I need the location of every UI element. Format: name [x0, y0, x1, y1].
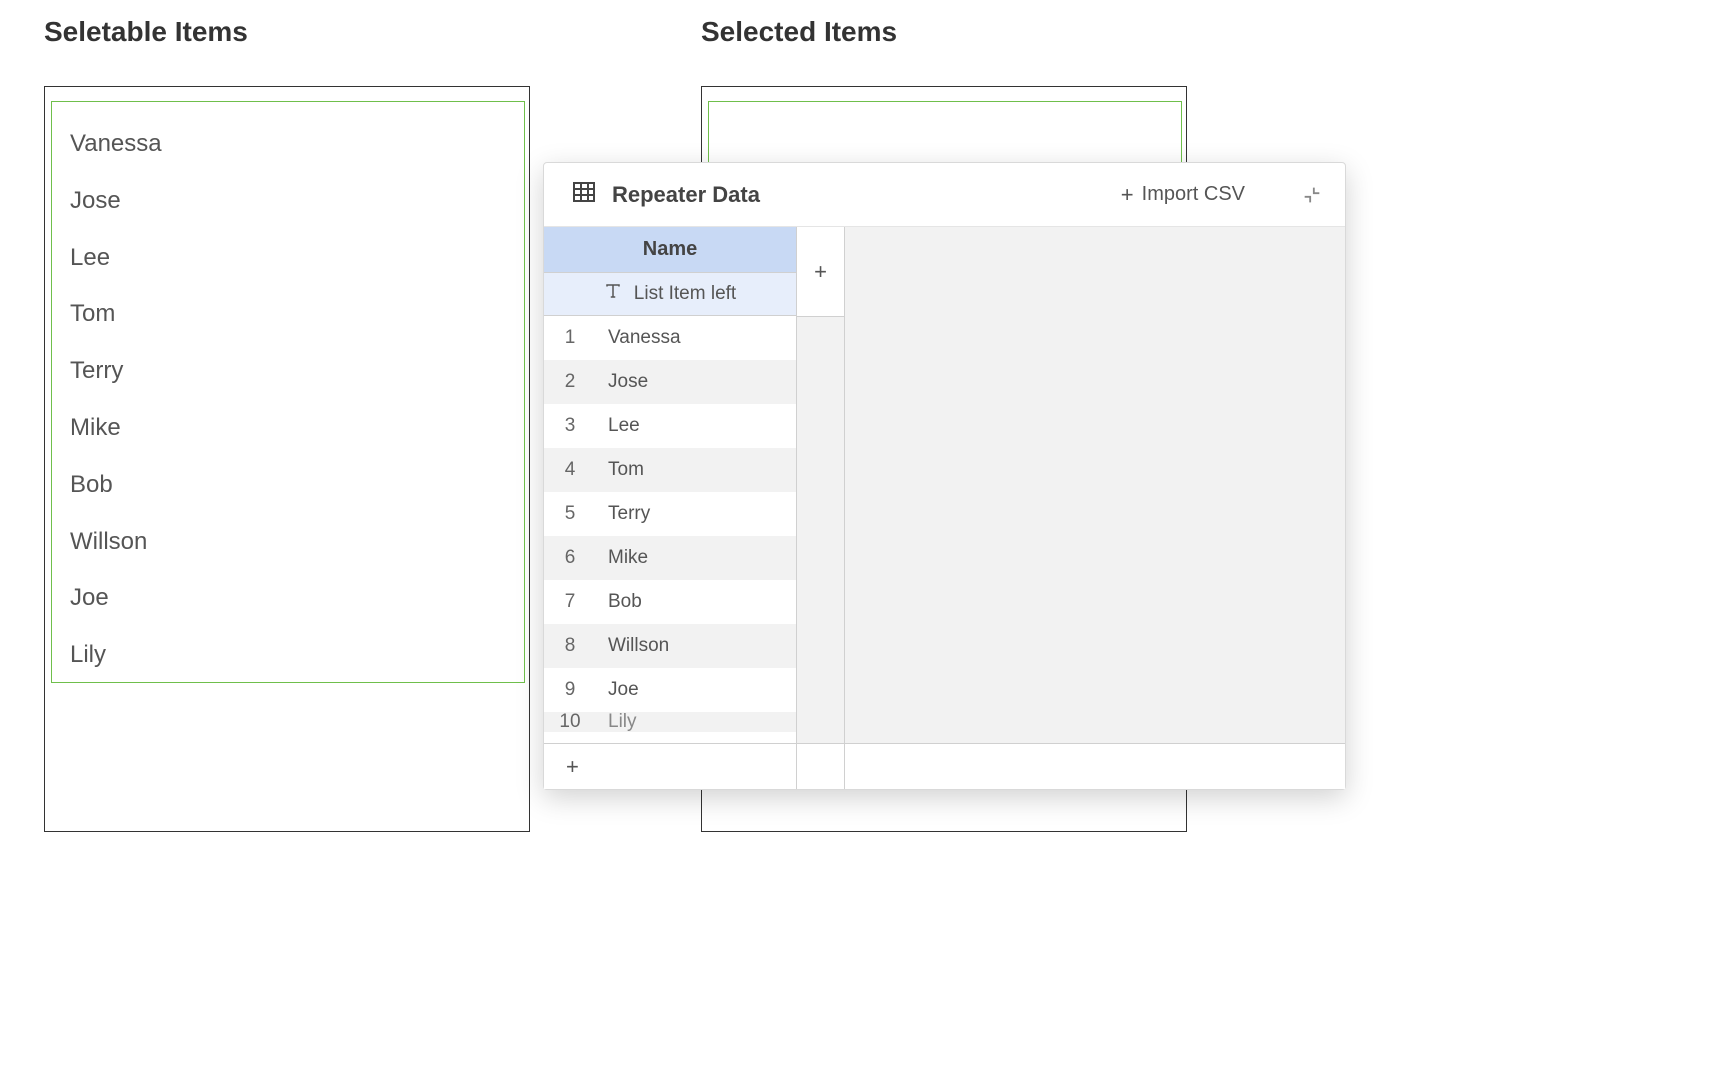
row-index: 4: [544, 459, 596, 481]
empty-area: [797, 317, 844, 743]
row-value: Terry: [596, 503, 796, 525]
row-value: Lily: [596, 712, 796, 732]
data-column: Name List Item left 1 Vanessa: [544, 227, 797, 743]
text-type-icon: [604, 282, 622, 306]
row-index: 5: [544, 503, 596, 525]
list-item[interactable]: Bob: [52, 457, 524, 514]
add-column-button[interactable]: +: [797, 227, 844, 317]
selectable-items-panel: Vanessa Jose Lee Tom Terry Mike Bob Will…: [44, 86, 530, 832]
row-value: Lee: [596, 415, 796, 437]
table-row[interactable]: 10 Lily: [544, 712, 796, 732]
row-index: 9: [544, 679, 596, 701]
list-item[interactable]: Lee: [52, 230, 524, 287]
list-item[interactable]: Mike: [52, 400, 524, 457]
list-item[interactable]: Terry: [52, 343, 524, 400]
row-index: 6: [544, 547, 596, 569]
list-item[interactable]: Lily: [52, 627, 524, 684]
repeater-header: Repeater Data + Import CSV: [544, 163, 1345, 227]
repeater-footer: +: [544, 743, 1345, 789]
table-row[interactable]: 9 Joe: [544, 668, 796, 712]
table-icon: [572, 180, 596, 209]
list-item[interactable]: Willson: [52, 514, 524, 571]
selectable-items-listbox[interactable]: Vanessa Jose Lee Tom Terry Mike Bob Will…: [51, 101, 525, 683]
list-item[interactable]: Joe: [52, 570, 524, 627]
table-row[interactable]: 6 Mike: [544, 536, 796, 580]
table-row[interactable]: 3 Lee: [544, 404, 796, 448]
import-csv-label: Import CSV: [1142, 183, 1245, 206]
list-item[interactable]: Tom: [52, 286, 524, 343]
import-csv-button[interactable]: + Import CSV: [1121, 182, 1245, 208]
repeater-body: Name List Item left 1 Vanessa: [544, 227, 1345, 743]
table-row[interactable]: 7 Bob: [544, 580, 796, 624]
row-value: Vanessa: [596, 327, 796, 349]
repeater-data-panel: Repeater Data + Import CSV Name: [543, 162, 1346, 790]
list-item[interactable]: Vanessa: [52, 116, 524, 173]
row-value: Willson: [596, 635, 796, 657]
table-row[interactable]: 1 Vanessa: [544, 316, 796, 360]
data-rows: 1 Vanessa 2 Jose 3 Lee 4 Tom 5 Terry: [544, 316, 796, 743]
add-row-button[interactable]: +: [544, 744, 797, 789]
footer-gap: [797, 744, 845, 789]
plus-icon: +: [1121, 182, 1134, 208]
row-value: Joe: [596, 679, 796, 701]
collapse-icon[interactable]: [1301, 184, 1323, 206]
row-index: 1: [544, 327, 596, 349]
row-value: Mike: [596, 547, 796, 569]
empty-area: [845, 227, 1345, 743]
table-row[interactable]: 5 Terry: [544, 492, 796, 536]
table-row[interactable]: 4 Tom: [544, 448, 796, 492]
row-index: 3: [544, 415, 596, 437]
add-column-area: +: [797, 227, 845, 743]
row-value: Jose: [596, 371, 796, 393]
column-header-name[interactable]: Name: [544, 227, 796, 273]
row-value: Tom: [596, 459, 796, 481]
row-index: 2: [544, 371, 596, 393]
list-item[interactable]: Jose: [52, 173, 524, 230]
row-value: Bob: [596, 591, 796, 613]
column-type-label: List Item left: [634, 283, 736, 305]
row-index: 8: [544, 635, 596, 657]
table-row[interactable]: 2 Jose: [544, 360, 796, 404]
column-header-type[interactable]: List Item left: [544, 273, 796, 315]
row-index: 10: [544, 712, 596, 732]
selected-items-heading: Selected Items: [701, 16, 897, 48]
row-index: 7: [544, 591, 596, 613]
footer-fill: [845, 744, 1345, 789]
table-row[interactable]: 8 Willson: [544, 624, 796, 668]
repeater-title: Repeater Data: [612, 182, 760, 208]
selectable-items-heading: Seletable Items: [44, 16, 248, 48]
